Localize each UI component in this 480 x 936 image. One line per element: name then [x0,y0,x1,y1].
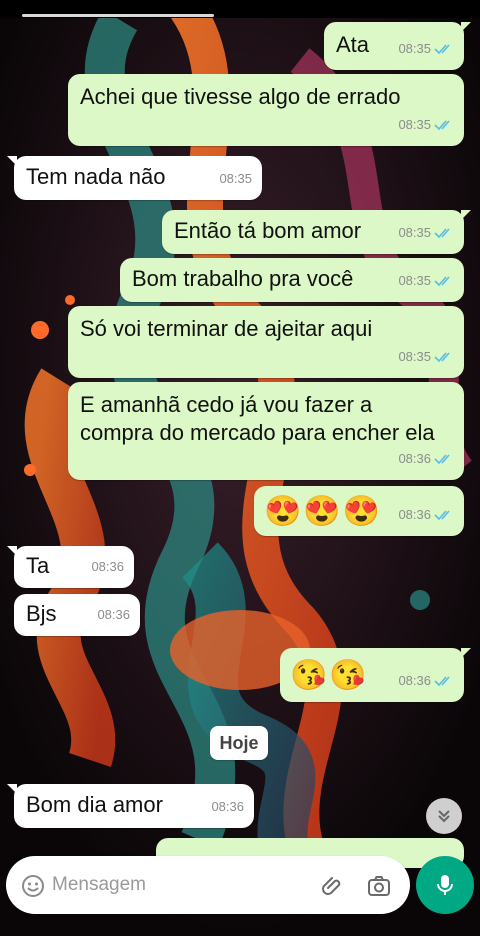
camera-icon[interactable] [366,873,392,899]
message-text: Ta [26,553,50,578]
message-time: 08:35 [398,225,431,240]
message-time: 08:36 [398,507,431,522]
message-text: Então tá bom amor [174,218,362,243]
message-text: Só voi terminar de ajeitar aqui [80,316,373,341]
message-outgoing[interactable]: Bom trabalho pra você 08:35 [120,258,464,302]
message-text: Bom trabalho pra você [132,266,354,291]
emoji-icon[interactable] [20,873,46,899]
top-indicator [22,14,214,17]
read-ticks-icon [434,510,450,521]
read-ticks-icon [434,454,450,465]
message-outgoing[interactable]: E amanhã cedo já vou fazer a compra do m… [68,382,464,480]
message-time: 08:35 [398,41,431,56]
read-ticks-icon [434,676,450,687]
message-input[interactable]: Mensagem [52,856,146,914]
read-ticks-icon [434,44,450,55]
message-outgoing[interactable]: Ata 08:35 [324,22,471,70]
message-time: 08:36 [91,559,124,574]
scroll-to-bottom-button[interactable] [426,798,462,834]
message-text-line: E amanhã cedo já vou fazer a [80,392,373,417]
read-ticks-icon [434,276,450,287]
date-separator: Hoje [210,726,268,760]
message-incoming[interactable]: Bom dia amor 08:36 [7,784,254,828]
double-chevron-down-icon [438,810,450,823]
message-text: Ata [336,32,370,57]
message-time: 08:36 [398,451,431,466]
message-text: Achei que tivesse algo de errado [80,84,401,109]
message-outgoing[interactable]: 😍😍😍 08:36 [254,486,464,536]
message-time: 08:36 [211,799,244,814]
message-time: 08:36 [97,607,130,622]
mic-button[interactable] [416,856,474,914]
message-emoji: 😍😍😍 [264,495,383,528]
attach-icon[interactable] [320,873,346,899]
message-time: 08:35 [398,117,431,132]
message-incoming[interactable]: Bjs 08:36 [14,594,140,636]
message-time: 08:36 [398,673,431,688]
read-ticks-icon [434,228,450,239]
message-emoji: 😘😘 [290,659,369,692]
message-text-line: compra do mercado para encher ela [80,420,435,445]
message-incoming[interactable]: Ta 08:36 [7,546,134,588]
message-outgoing[interactable]: Só voi terminar de ajeitar aqui 08:35 [68,306,464,378]
message-text: Bjs [26,601,57,626]
message-outgoing[interactable]: Achei que tivesse algo de errado 08:35 [68,74,464,146]
mic-icon [437,875,453,895]
message-outgoing[interactable]: 😘😘 08:36 [280,648,471,702]
message-text: Tem nada não [26,164,166,189]
message-outgoing[interactable]: Então tá bom amor 08:35 [162,210,471,254]
message-time: 08:35 [398,273,431,288]
read-ticks-icon [434,352,450,363]
message-time: 08:35 [219,171,252,186]
message-incoming[interactable]: Tem nada não 08:35 [7,156,262,200]
message-text: Bom dia amor [26,792,163,817]
message-composer[interactable]: Mensagem [6,856,410,914]
message-time: 08:35 [398,349,431,364]
read-ticks-icon [434,120,450,131]
